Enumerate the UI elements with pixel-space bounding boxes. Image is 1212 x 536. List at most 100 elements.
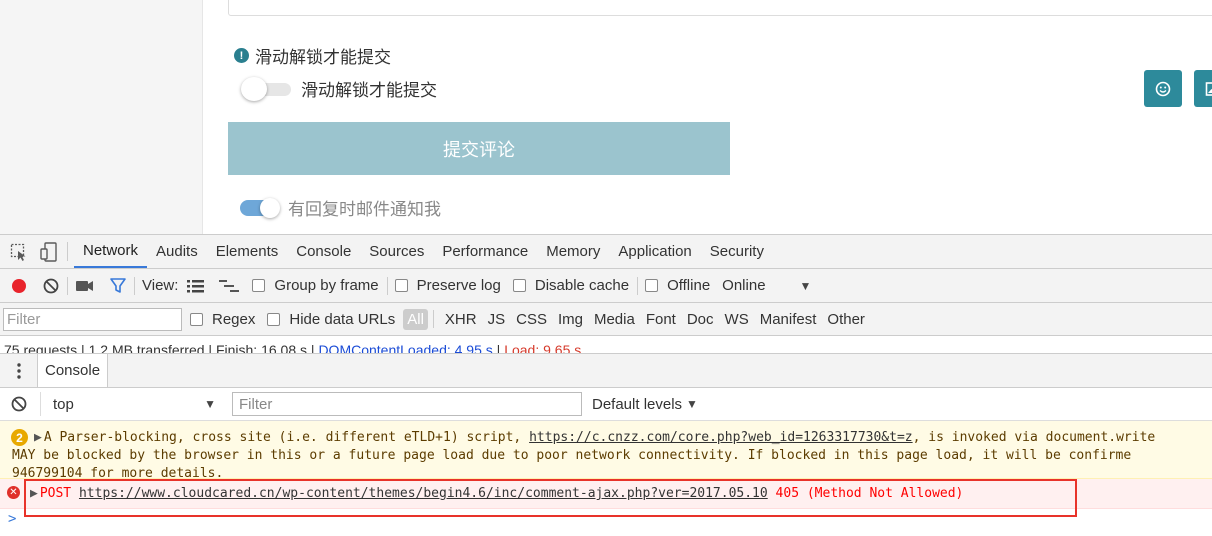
clear-icon[interactable] bbox=[42, 277, 60, 295]
device-mode-icon bbox=[40, 241, 57, 262]
dropdown-arrow-icon: ▼ bbox=[686, 397, 698, 411]
type-filter-other[interactable]: Other bbox=[822, 311, 870, 328]
slide-unlock-toggle[interactable] bbox=[241, 76, 291, 101]
devtools-tabbar: Network Audits Elements Console Sources … bbox=[0, 235, 1212, 269]
console-prompt[interactable]: > bbox=[8, 511, 16, 527]
drawer-tabbar: Console bbox=[0, 354, 1212, 388]
type-filter-xhr[interactable]: XHR bbox=[440, 311, 482, 328]
submit-comment-button[interactable]: 提交评论 bbox=[228, 122, 730, 175]
disable-cache-label: Disable cache bbox=[534, 277, 630, 294]
inspect-cursor-icon bbox=[10, 243, 25, 261]
type-filter-media[interactable]: Media bbox=[589, 311, 640, 328]
record-icon[interactable] bbox=[10, 277, 28, 295]
comment-textarea[interactable] bbox=[228, 0, 1212, 16]
expand-triangle-icon[interactable]: ▶ bbox=[30, 486, 38, 501]
tab-audits[interactable]: Audits bbox=[147, 235, 207, 268]
warning-line-1: ▶ A Parser-blocking, cross site (i.e. dif… bbox=[34, 429, 1212, 447]
inspect-element-button[interactable] bbox=[0, 235, 37, 268]
checkbox-box[interactable] bbox=[190, 312, 203, 326]
drawer-menu-button[interactable] bbox=[0, 354, 37, 387]
checkbox-box[interactable] bbox=[394, 279, 408, 292]
image-button[interactable] bbox=[1194, 70, 1212, 107]
console-filter-input[interactable]: Filter bbox=[232, 392, 582, 416]
type-filter-ws[interactable]: WS bbox=[720, 311, 754, 328]
log-levels-label: Default levels bbox=[592, 395, 683, 413]
waterfall-icon[interactable] bbox=[218, 278, 240, 294]
image-icon bbox=[1205, 81, 1212, 96]
warning-line-3: 946799104 for more details. bbox=[12, 466, 224, 479]
offline-checkbox[interactable]: Offline bbox=[645, 277, 710, 294]
web-page: ! 滑动解锁才能提交 滑动解锁才能提交 提交评论 有回复时邮件通知我 bbox=[0, 0, 1212, 234]
expand-triangle-icon[interactable]: ▶ bbox=[34, 430, 42, 445]
slide-unlock-row: 滑动解锁才能提交 bbox=[241, 76, 437, 101]
error-request-link[interactable]: https://www.cloudcared.cn/wp-content/the… bbox=[79, 486, 768, 501]
log-levels-select[interactable]: Default levels ▼ bbox=[592, 396, 698, 413]
notify-knob bbox=[260, 197, 280, 218]
transferred-size: 1.2 MB transferred bbox=[88, 342, 205, 354]
info-icon: ! bbox=[234, 48, 249, 63]
slide-unlock-notice: ! 滑动解锁才能提交 bbox=[234, 43, 391, 68]
dropdown-arrow-icon: ▼ bbox=[799, 278, 812, 293]
type-filter-all[interactable]: All bbox=[403, 308, 428, 330]
toolbar-divider bbox=[432, 310, 434, 328]
slide-knob[interactable] bbox=[241, 76, 267, 101]
throttling-select[interactable]: Online ▼ bbox=[722, 277, 811, 294]
large-rows-icon[interactable] bbox=[186, 278, 206, 294]
type-filter-js[interactable]: JS bbox=[483, 311, 511, 328]
warning-text: , is invoked via document.write bbox=[912, 430, 1156, 445]
type-filter-css[interactable]: CSS bbox=[511, 311, 552, 328]
type-filter-manifest[interactable]: Manifest bbox=[755, 311, 822, 328]
error-method: POST bbox=[39, 486, 79, 501]
network-filter-bar: Filter Regex Hide data URLs All XHR JS C… bbox=[0, 303, 1212, 336]
tab-memory[interactable]: Memory bbox=[537, 235, 609, 268]
email-notify-label: 有回复时邮件通知我 bbox=[288, 200, 441, 219]
drawer-tab-console[interactable]: Console bbox=[37, 354, 109, 387]
warning-text: A Parser-blocking, cross site (i.e. diff… bbox=[43, 430, 530, 445]
tab-sources[interactable]: Sources bbox=[360, 235, 433, 268]
checkbox-box[interactable] bbox=[267, 312, 281, 326]
group-by-frame-label: Group by frame bbox=[274, 277, 379, 294]
dropdown-arrow-icon: ▼ bbox=[204, 397, 216, 411]
execution-context-select[interactable]: top ▼ bbox=[40, 392, 220, 416]
warning-line-2: MAY be blocked by the browser in this or… bbox=[12, 448, 1132, 463]
warning-script-link[interactable]: https://c.cnzz.com/core.php?web_id=12633… bbox=[529, 430, 913, 445]
emoji-icon bbox=[1155, 81, 1171, 96]
tab-performance[interactable]: Performance bbox=[433, 235, 537, 268]
regex-checkbox[interactable]: Regex bbox=[190, 311, 255, 328]
hide-data-urls-label: Hide data URLs bbox=[289, 310, 396, 328]
group-by-frame-checkbox[interactable]: Group by frame bbox=[252, 277, 379, 294]
tabbar-divider bbox=[67, 242, 68, 261]
page-left-gutter bbox=[0, 0, 203, 234]
tab-console[interactable]: Console bbox=[287, 235, 360, 268]
emoji-button[interactable] bbox=[1144, 70, 1182, 107]
checkbox-box[interactable] bbox=[645, 279, 659, 292]
console-warning-message[interactable]: 2 ▶ A Parser-blocking, cross site (i.e. d… bbox=[0, 421, 1212, 479]
tab-application[interactable]: Application bbox=[609, 235, 700, 268]
finish-time: Finish: 16.08 s bbox=[215, 342, 308, 354]
console-error-message[interactable]: ✕ ▶ POST https://www.cloudcared.cn/wp-con… bbox=[0, 479, 1212, 509]
email-notify-toggle[interactable] bbox=[240, 197, 280, 218]
screenshot-camera-icon[interactable] bbox=[75, 277, 95, 295]
checkbox-box[interactable] bbox=[252, 279, 266, 292]
type-filter-img[interactable]: Img bbox=[553, 311, 588, 328]
network-summary-bar: 75 requests | 1.2 MB transferred | Finis… bbox=[0, 336, 1212, 354]
view-label: View: bbox=[142, 277, 179, 294]
toolbar-divider bbox=[134, 276, 135, 295]
hide-data-urls-checkbox[interactable]: Hide data URLs bbox=[267, 311, 395, 328]
tab-elements[interactable]: Elements bbox=[207, 235, 288, 268]
checkbox-box[interactable] bbox=[512, 279, 526, 292]
dom-content-loaded-time: DOMContentLoaded: 4.95 s bbox=[318, 342, 493, 354]
filter-funnel-icon[interactable] bbox=[109, 277, 127, 295]
network-toolbar: View: Group by frame Preserve log Disabl… bbox=[0, 269, 1212, 303]
network-filter-input[interactable]: Filter bbox=[3, 307, 182, 331]
disable-cache-checkbox[interactable]: Disable cache bbox=[512, 277, 630, 294]
type-filter-doc[interactable]: Doc bbox=[682, 311, 719, 328]
device-toolbar-button[interactable] bbox=[37, 235, 61, 268]
type-filter-font[interactable]: Font bbox=[641, 311, 681, 328]
email-notify-row: 有回复时邮件通知我 bbox=[240, 195, 441, 220]
clear-console-icon[interactable] bbox=[10, 395, 28, 413]
tab-security[interactable]: Security bbox=[701, 235, 773, 268]
warning-count-badge: 2 bbox=[11, 429, 28, 446]
tab-network[interactable]: Network bbox=[74, 235, 148, 268]
preserve-log-checkbox[interactable]: Preserve log bbox=[394, 277, 501, 294]
